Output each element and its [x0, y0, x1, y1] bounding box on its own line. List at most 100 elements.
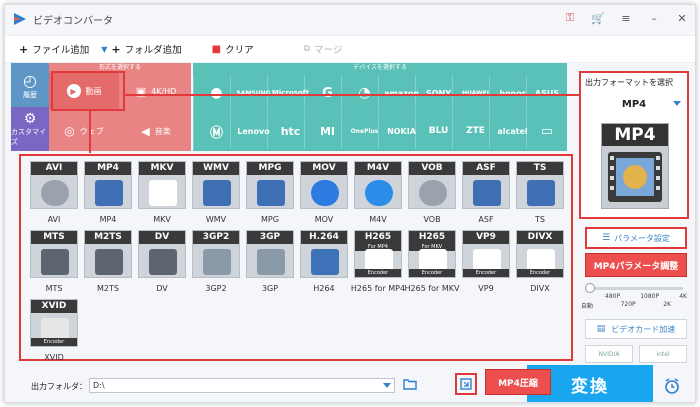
- tick-720p: 720P: [620, 301, 636, 308]
- history-tab[interactable]: ◴ 履歴: [11, 63, 49, 107]
- format-tile[interactable]: VP9 Encoder VP9: [461, 229, 511, 297]
- format-thumbnail: H265 For MP4 Encoder: [354, 230, 402, 278]
- encoder-tag: Encoder: [463, 269, 509, 277]
- merge-button[interactable]: ⧉ マージ: [304, 42, 343, 56]
- format-tile[interactable]: H265 For MP4 Encoder H265 for MP4: [351, 229, 405, 297]
- format-thumbnail: MP4: [84, 161, 132, 209]
- format-tile[interactable]: MPG MPG: [245, 160, 295, 228]
- folder-icon[interactable]: [403, 378, 417, 390]
- format-tile-label: MPG: [261, 215, 279, 224]
- add-file-label: ファイル追加: [32, 45, 90, 56]
- format-thumbnail: M2TS: [84, 230, 132, 278]
- app-title: ビデオコンバータ: [33, 15, 113, 27]
- format-tab-video[interactable]: ▶ 動画: [49, 73, 119, 109]
- format-tile[interactable]: VOB VOB: [407, 160, 457, 228]
- annotation-arrow-down: [89, 111, 91, 153]
- cart-icon[interactable]: 🛒: [591, 11, 605, 25]
- format-tile-label: H264: [313, 284, 335, 293]
- customize-tab[interactable]: ⚙ カスタマイズ: [11, 107, 49, 151]
- output-format-header: 出力フォーマットを選択: [585, 78, 673, 87]
- quality-slider-handle[interactable]: [585, 283, 595, 293]
- format-tile[interactable]: H265 For MKV Encoder H265 for MKV: [405, 229, 460, 297]
- format-thumbnail: M4V: [354, 161, 402, 209]
- format-tile[interactable]: MKV MKV: [137, 160, 187, 228]
- format-tile[interactable]: XVID Encoder XVID: [29, 298, 79, 366]
- quality-slider-track[interactable]: [587, 287, 683, 290]
- device-tv[interactable]: ▭: [526, 113, 567, 149]
- minimize-icon[interactable]: –: [647, 11, 661, 25]
- window-controls: ⚿ 🛒 ≡ – ✕: [563, 11, 689, 25]
- chevron-down-icon[interactable]: ▼: [101, 45, 107, 54]
- format-tab-music[interactable]: ◀ 音楽: [121, 113, 191, 149]
- output-folder-input[interactable]: D:\: [89, 378, 395, 393]
- output-folder-value: D:\: [93, 381, 105, 390]
- film-icon: [95, 180, 123, 206]
- format-tile[interactable]: MP4 MP4: [83, 160, 133, 228]
- category-panel: ◴ 履歴 ⚙ カスタマイズ 形式を選択する ▶ 動画 ▣ 4K/HD ◎ ウェブ: [11, 63, 567, 151]
- gpu-acceleration-button[interactable]: ▤ ビデオカード加速: [585, 319, 687, 339]
- alarm-clock-icon[interactable]: [663, 377, 681, 395]
- format-thumbnail: VP9 Encoder: [462, 230, 510, 278]
- encoder-tag: Encoder: [355, 269, 401, 277]
- format-tab-4k[interactable]: ▣ 4K/HD: [121, 73, 191, 109]
- format-thumbnail: MTS: [30, 230, 78, 278]
- format-tile[interactable]: H.264 H264: [299, 229, 349, 297]
- format-tile[interactable]: ASF ASF: [461, 160, 511, 228]
- quality-ticks-top: 480P 1080P 4K: [587, 293, 687, 300]
- device-category-header: デバイスを選択する: [353, 64, 407, 71]
- intel-logo: intel: [639, 345, 687, 363]
- parameter-settings-button[interactable]: ☰ パラメータ設定: [585, 227, 687, 249]
- clear-button[interactable]: ■ クリア: [211, 42, 254, 57]
- format-tile[interactable]: WMV WMV: [191, 160, 241, 228]
- format-tile[interactable]: 3GP2 3GP2: [191, 229, 241, 297]
- mp4-compress-callout: MP4圧縮: [485, 369, 551, 395]
- close-icon[interactable]: ✕: [675, 11, 689, 25]
- format-tile-label: XVID: [44, 353, 64, 362]
- speaker-icon: ◀: [141, 124, 150, 138]
- format-thumbnail: AVI: [30, 161, 78, 209]
- compress-button[interactable]: [455, 373, 477, 395]
- key-icon[interactable]: ⚿: [563, 11, 577, 25]
- add-file-button[interactable]: + ファイル追加: [19, 42, 90, 57]
- format-tile[interactable]: M4V M4V: [353, 160, 403, 228]
- title-bar: ビデオコンバータ ⚿ 🛒 ≡ – ✕: [5, 5, 695, 33]
- format-tile[interactable]: TS TS: [515, 160, 565, 228]
- format-tile[interactable]: 3GP 3GP: [245, 229, 295, 297]
- encoder-tag: Encoder: [517, 269, 563, 277]
- trash-icon: ■: [211, 43, 222, 55]
- gpu-icon: ▤: [596, 324, 606, 334]
- gpu-vendor-logos: NVIDIA intel: [585, 345, 687, 363]
- chevron-down-icon[interactable]: [383, 383, 391, 388]
- format-thumbnail-label: ASF: [463, 162, 509, 175]
- format-thumbnail: H.264: [300, 230, 348, 278]
- format-thumbnail-label: 3GP2: [193, 231, 239, 244]
- format-tile-label: MTS: [45, 284, 63, 293]
- format-tile-label: MP4: [99, 215, 117, 224]
- customize-icon: ⚙: [23, 111, 37, 127]
- device-asus[interactable]: ASUS: [526, 75, 567, 111]
- format-tab-web[interactable]: ◎ ウェブ: [49, 113, 119, 149]
- disc-icon: [41, 180, 69, 206]
- format-tile[interactable]: DIVX Encoder DIVX: [515, 229, 565, 297]
- format-tile[interactable]: AVI AVI: [29, 160, 79, 228]
- output-format-box[interactable]: 出力フォーマットを選択 MP4 MP4: [579, 71, 689, 219]
- format-thumbnail-label: M4V: [355, 162, 401, 175]
- format-tile[interactable]: MTS MTS: [29, 229, 79, 297]
- tick-2k: 2K: [663, 301, 671, 308]
- menu-icon[interactable]: ≡: [619, 11, 633, 25]
- format-tile[interactable]: M2TS M2TS: [83, 229, 133, 297]
- format-thumbnail: 3GP2: [192, 230, 240, 278]
- customize-label: カスタマイズ: [11, 128, 46, 146]
- output-format-thumbnail-label: MP4: [602, 124, 668, 146]
- format-tile[interactable]: DV DV: [137, 229, 187, 297]
- lg-icon: ◔: [358, 85, 371, 101]
- tick-480p: 480P: [605, 293, 621, 300]
- format-tile[interactable]: MOV MOV: [299, 160, 349, 228]
- chevron-down-icon[interactable]: [673, 101, 681, 106]
- add-folder-button[interactable]: ▼ + フォルダ追加: [101, 42, 181, 57]
- parameter-settings-label: パラメータ設定: [614, 233, 670, 243]
- format-thumbnail: XVID Encoder: [30, 299, 78, 347]
- category-side: ◴ 履歴 ⚙ カスタマイズ: [11, 63, 49, 151]
- chrome-icon: ◎: [64, 124, 75, 138]
- device-category-panel: デバイスを選択する ● SAMSUNG Microsoft G ◔ amazon…: [193, 63, 567, 151]
